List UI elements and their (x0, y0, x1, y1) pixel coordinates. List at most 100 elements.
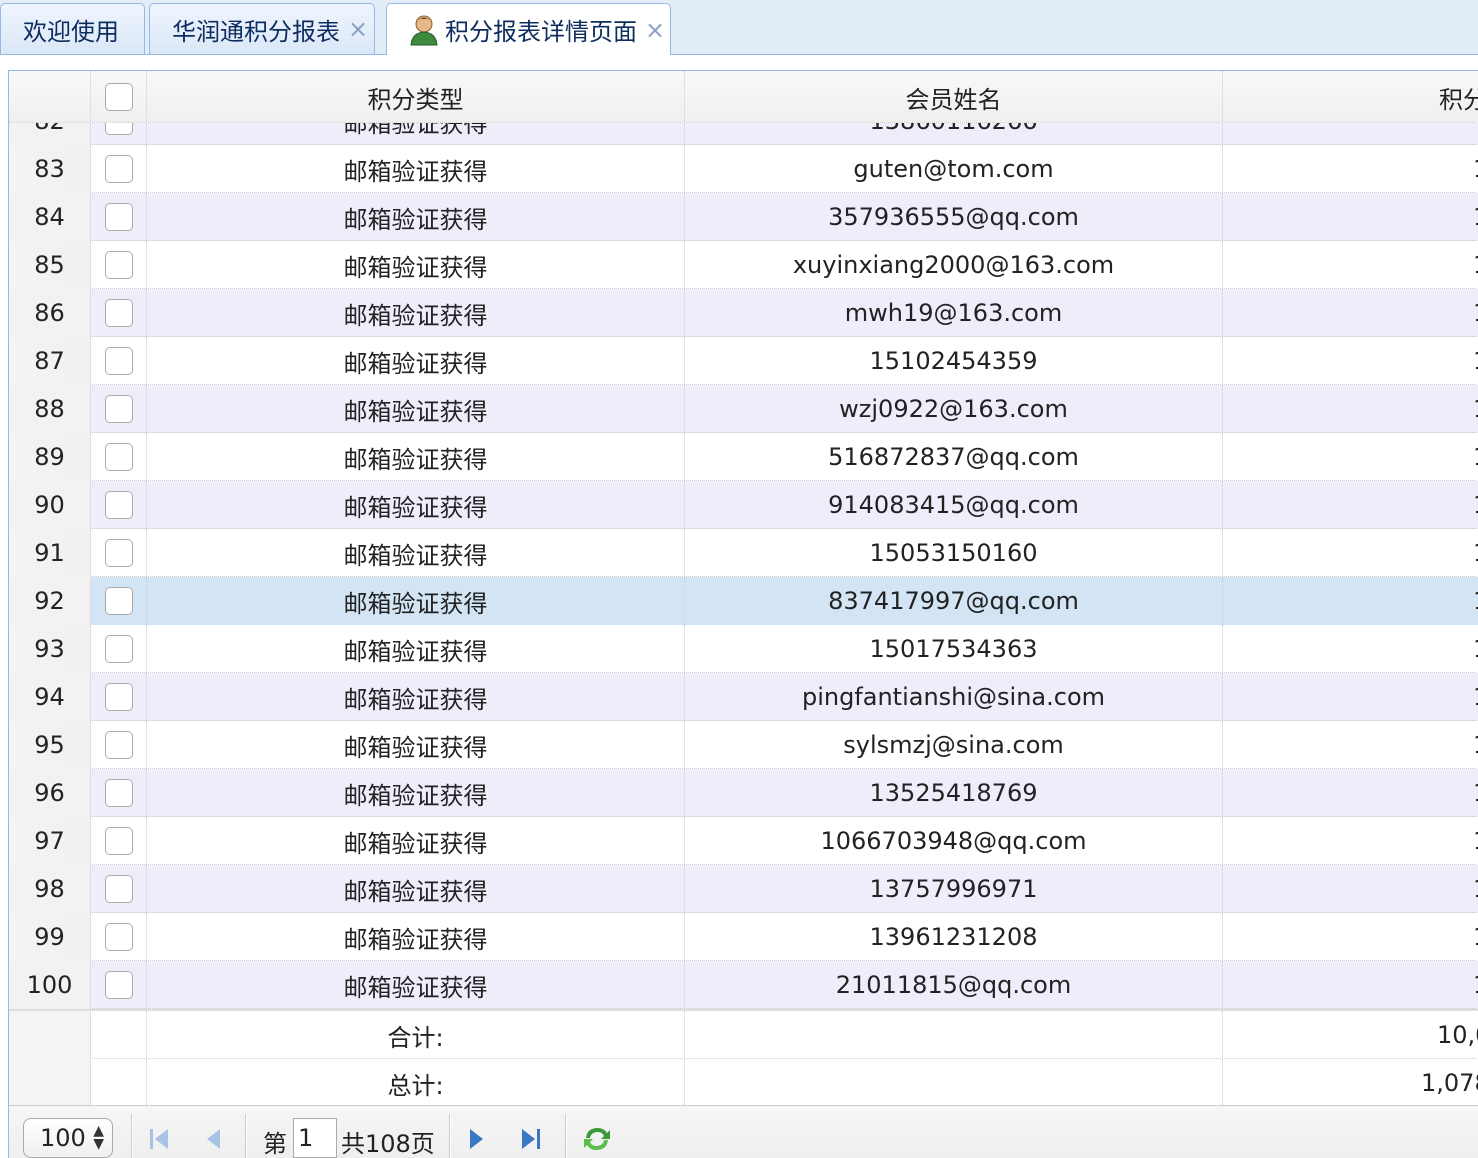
table-row[interactable]: 99 邮箱验证获得139612312081 (9, 913, 1478, 961)
pager-separator (449, 1114, 451, 1158)
table-row[interactable]: 85 邮箱验证获得xuyinxiang2000@163.com1 (9, 241, 1478, 289)
row-checkbox[interactable] (104, 395, 133, 423)
header-rownum (9, 71, 91, 123)
row-checkbox-cell (91, 433, 147, 481)
cell-points: 1 (1223, 385, 1478, 433)
table-row[interactable]: 100 邮箱验证获得21011815@qq.com1 (9, 961, 1478, 1009)
row-number: 90 (9, 481, 91, 529)
cell-points: 1 (1223, 145, 1478, 193)
table-row[interactable]: 91 邮箱验证获得150531501601 (9, 529, 1478, 577)
cell-points (1223, 123, 1478, 145)
table-row[interactable]: 87 邮箱验证获得151024543591 (9, 337, 1478, 385)
close-icon[interactable]: × (645, 16, 665, 44)
row-number: 99 (9, 913, 91, 961)
select-arrows-icon: ▲ ▼ (93, 1123, 104, 1152)
first-page-icon[interactable] (145, 1124, 175, 1154)
row-checkbox[interactable] (104, 683, 133, 711)
cell-points-type: 邮箱验证获得 (147, 529, 685, 577)
user-icon (409, 14, 439, 46)
last-page-icon[interactable] (515, 1124, 545, 1154)
cell-member-name: 15102454359 (685, 337, 1223, 385)
cell-member-name: 21011815@qq.com (685, 961, 1223, 1009)
row-checkbox-cell (91, 193, 147, 241)
table-row[interactable]: 88 邮箱验证获得wzj0922@163.com1 (9, 385, 1478, 433)
row-checkbox-cell (91, 721, 147, 769)
tab-report-detail[interactable]: 积分报表详情页面 × (386, 3, 671, 55)
row-checkbox[interactable] (104, 635, 133, 663)
cell-points-type: 邮箱验证获得 (147, 123, 685, 145)
data-grid: 积分类型 会员姓名 积分 82 邮箱验证获得 13860116266 83 邮箱验… (8, 70, 1478, 1158)
prev-page-icon[interactable] (199, 1124, 229, 1154)
page-number-input[interactable]: 1 (293, 1118, 337, 1158)
tab-report[interactable]: 华润通积分报表 × (149, 3, 375, 54)
row-checkbox[interactable] (104, 251, 133, 279)
row-checkbox[interactable] (104, 123, 133, 135)
row-number: 83 (9, 145, 91, 193)
row-checkbox-cell (91, 913, 147, 961)
row-checkbox[interactable] (104, 539, 133, 567)
row-checkbox[interactable] (104, 155, 133, 183)
table-row[interactable]: 98 邮箱验证获得137579969711 (9, 865, 1478, 913)
cell-points: 1 (1223, 817, 1478, 865)
row-checkbox-cell (91, 817, 147, 865)
row-checkbox-cell (91, 145, 147, 193)
table-row[interactable]: 84 邮箱验证获得357936555@qq.com1 (9, 193, 1478, 241)
header-member-name[interactable]: 会员姓名 (685, 71, 1223, 123)
table-row[interactable]: 83 邮箱验证获得guten@tom.com1 (9, 145, 1478, 193)
row-checkbox[interactable] (104, 971, 133, 999)
pager-separator (565, 1114, 567, 1158)
tab-label: 欢迎使用 (23, 17, 119, 46)
row-checkbox[interactable] (104, 491, 133, 519)
header-points[interactable]: 积分 (1223, 71, 1478, 123)
refresh-icon[interactable] (579, 1124, 615, 1154)
close-icon[interactable]: × (348, 15, 368, 43)
row-checkbox-cell (91, 337, 147, 385)
row-checkbox[interactable] (104, 443, 133, 471)
table-row[interactable]: 94 邮箱验证获得pingfantianshi@sina.com1 (9, 673, 1478, 721)
table-row[interactable]: 86 邮箱验证获得mwh19@163.com1 (9, 289, 1478, 337)
cell-points-type: 邮箱验证获得 (147, 385, 685, 433)
table-row[interactable]: 93 邮箱验证获得150175343631 (9, 625, 1478, 673)
table-row[interactable]: 96 邮箱验证获得135254187691 (9, 769, 1478, 817)
cell-member-name: xuyinxiang2000@163.com (685, 241, 1223, 289)
cell-member-name: sylsmzj@sina.com (685, 721, 1223, 769)
row-checkbox[interactable] (104, 587, 133, 615)
cell-points: 1 (1223, 721, 1478, 769)
cell-points: 1 (1223, 433, 1478, 481)
row-checkbox[interactable] (104, 923, 133, 951)
subtotal-value: 10,0 (1437, 1021, 1478, 1049)
row-checkbox[interactable] (104, 827, 133, 855)
cell-member-name: 13757996971 (685, 865, 1223, 913)
row-number: 85 (9, 241, 91, 289)
header-points-type[interactable]: 积分类型 (147, 71, 685, 123)
table-row[interactable]: 90 邮箱验证获得914083415@qq.com1 (9, 481, 1478, 529)
footer-row-total: 总计: 1,078 (9, 1059, 1478, 1107)
table-row[interactable]: 95 邮箱验证获得sylsmzj@sina.com1 (9, 721, 1478, 769)
select-all-checkbox[interactable] (104, 83, 133, 111)
row-checkbox[interactable] (104, 779, 133, 807)
cell-points-type: 邮箱验证获得 (147, 769, 685, 817)
row-checkbox[interactable] (104, 875, 133, 903)
row-checkbox[interactable] (104, 347, 133, 375)
table-row[interactable]: 92 邮箱验证获得837417997@qq.com1 (9, 577, 1478, 625)
table-row[interactable]: 82 邮箱验证获得 13860116266 (9, 123, 1478, 145)
cell-points: 1 (1223, 769, 1478, 817)
next-page-icon[interactable] (461, 1124, 491, 1154)
cell-points-type: 邮箱验证获得 (147, 913, 685, 961)
cell-points: 1 (1223, 577, 1478, 625)
row-checkbox[interactable] (104, 731, 133, 759)
header-checkbox-cell (91, 71, 147, 123)
row-checkbox-cell (91, 481, 147, 529)
grid-body[interactable]: 82 邮箱验证获得 13860116266 83邮箱验证获得guten@tom.… (9, 123, 1478, 1009)
table-row[interactable]: 89 邮箱验证获得516872837@qq.com1 (9, 433, 1478, 481)
tab-welcome[interactable]: 欢迎使用 (0, 3, 145, 54)
page-size-value: 100 (40, 1124, 86, 1152)
table-row[interactable]: 97 邮箱验证获得1066703948@qq.com1 (9, 817, 1478, 865)
cell-points-type: 邮箱验证获得 (147, 577, 685, 625)
row-checkbox[interactable] (104, 203, 133, 231)
row-checkbox[interactable] (104, 299, 133, 327)
cell-points-type: 邮箱验证获得 (147, 817, 685, 865)
cell-points-type: 邮箱验证获得 (147, 193, 685, 241)
cell-points-type: 邮箱验证获得 (147, 433, 685, 481)
page-size-select[interactable]: 100 ▲ ▼ (23, 1118, 113, 1158)
